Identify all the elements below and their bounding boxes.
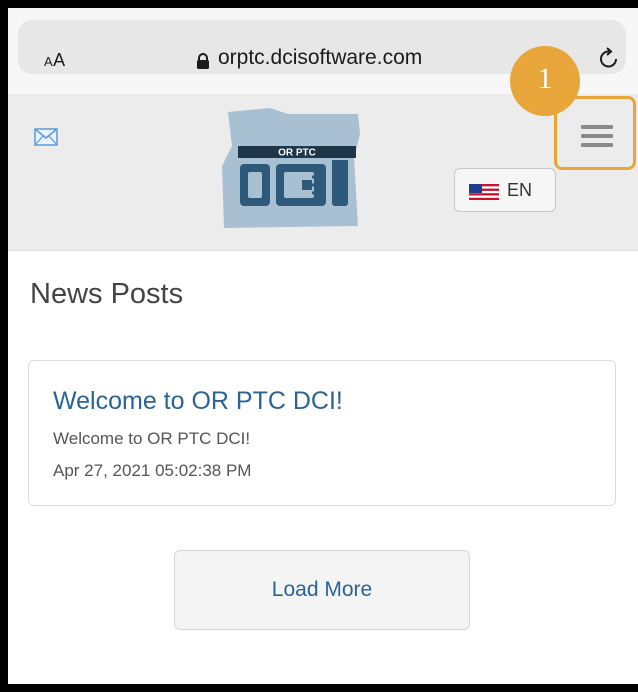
url-text: orptc.dcisoftware.com (218, 46, 423, 69)
news-post-title[interactable]: Welcome to OR PTC DCI! (53, 387, 343, 416)
language-selector-button[interactable]: EN (454, 168, 556, 212)
or-ptc-dci-logo: OR PTC (222, 108, 360, 228)
mail-icon[interactable] (34, 128, 58, 146)
phone-screen: AA orptc.dcisoftware.com OR PTC EN 1 New… (0, 0, 638, 692)
lock-icon (197, 53, 209, 69)
step-callout-badge: 1 (510, 46, 580, 116)
callout-number: 1 (537, 62, 553, 95)
load-more-button[interactable]: Load More (174, 550, 470, 630)
news-post-date: Apr 27, 2021 05:02:38 PM (53, 461, 252, 480)
load-more-label: Load More (271, 578, 373, 601)
reload-icon[interactable] (598, 47, 620, 69)
news-post-body: Welcome to OR PTC DCI! (53, 429, 251, 448)
news-post-card: Welcome to OR PTC DCI! Welcome to OR PTC… (28, 360, 616, 506)
language-label: EN (507, 180, 533, 200)
logo-text: OR PTC (278, 148, 316, 159)
site-header: OR PTC EN (8, 94, 638, 251)
text-size-button[interactable]: AA (44, 50, 66, 71)
page-title: News Posts (30, 278, 184, 310)
us-flag-icon (469, 184, 499, 200)
